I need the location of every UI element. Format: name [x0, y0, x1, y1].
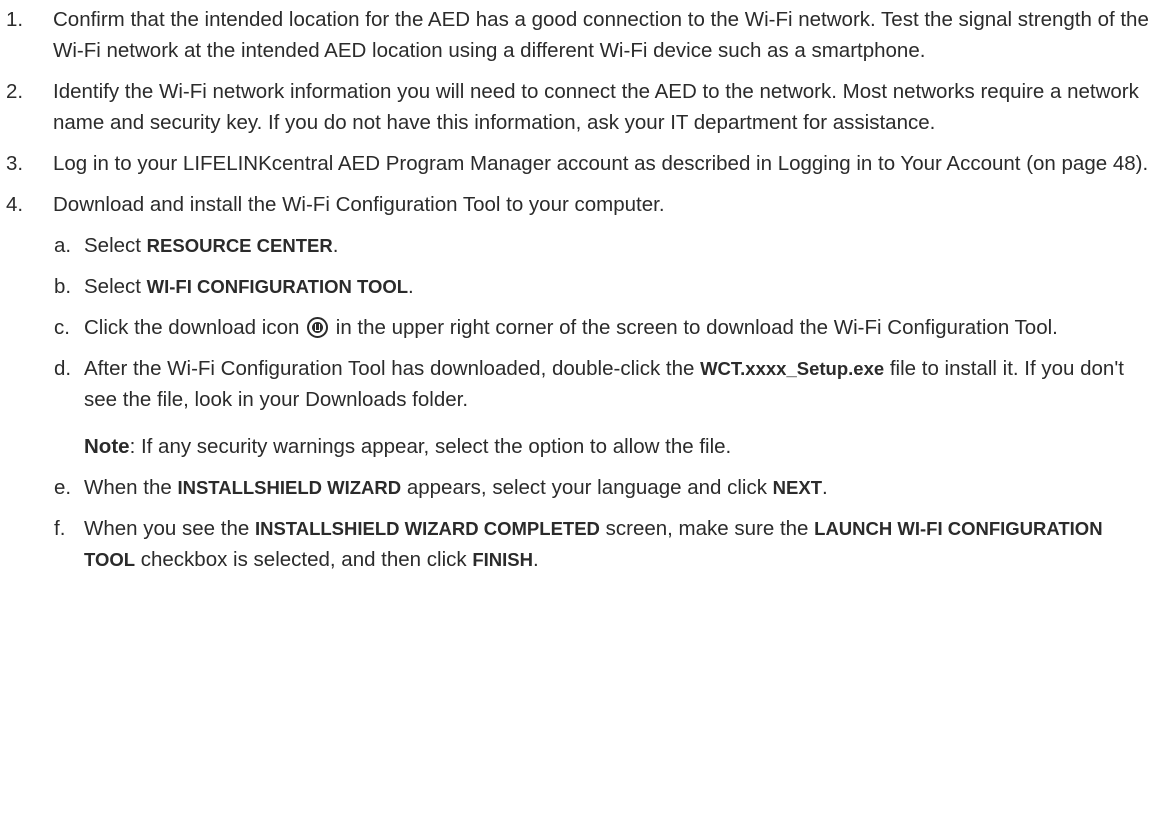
download-icon — [307, 317, 329, 338]
step-1: 1. Confirm that the intended location fo… — [6, 4, 1156, 66]
substep-list: a. Select RESOURCE CENTER. b. Select WI-… — [54, 230, 1156, 575]
substep-text-cont: in the upper right corner of the screen … — [330, 316, 1058, 339]
substep-text: Select — [84, 275, 147, 298]
step-text: Confirm that the intended location for t… — [53, 8, 1149, 62]
punctuation: . — [332, 234, 339, 257]
substep-a: a. Select RESOURCE CENTER. — [54, 230, 1156, 261]
step-text: Download and install the Wi-Fi Configura… — [53, 193, 665, 216]
ui-term-installshield-wizard-completed: INSTALLSHIELD WIZARD COMPLETED — [254, 518, 600, 539]
substep-c: c. Click the download icon in the upper … — [54, 312, 1156, 343]
ui-term-resource-center: RESOURCE CENTER — [146, 235, 333, 256]
step-4: 4. Download and install the Wi-Fi Config… — [6, 189, 1156, 575]
substep-letter: c. — [54, 316, 70, 339]
substep-b: b. Select WI-FI CONFIGURATION TOOL. — [54, 271, 1156, 302]
substep-text-cont: screen, make sure the — [599, 517, 815, 540]
substep-text: Click the download icon — [84, 316, 306, 339]
step-number: 4. — [6, 193, 24, 216]
step-2: 2. Identify the Wi-Fi network informatio… — [6, 76, 1156, 138]
substep-text: Select — [84, 234, 147, 257]
punctuation: . — [408, 275, 414, 298]
substep-text: When the — [84, 476, 178, 499]
step-number: 1. — [6, 8, 24, 31]
substep-letter: a. — [54, 234, 72, 257]
substep-e: e. When the INSTALLSHIELD WIZARD appears… — [54, 472, 1156, 503]
note-text: : If any security warnings appear, selec… — [129, 435, 732, 458]
ui-term-installshield-wizard: INSTALLSHIELD WIZARD — [177, 477, 402, 498]
punctuation: . — [822, 476, 828, 499]
ui-term-wifi-configuration-tool: WI-FI CONFIGURATION TOOL — [146, 276, 409, 297]
substep-letter: b. — [54, 275, 72, 298]
note-label: Note — [84, 435, 130, 458]
step-3: 3. Log in to your LIFELINKcentral AED Pr… — [6, 148, 1156, 179]
substep-text: After the Wi-Fi Configuration Tool has d… — [84, 357, 701, 380]
note: Note: If any security warnings appear, s… — [84, 431, 1156, 462]
substep-text-cont: checkbox is selected, and then click — [135, 548, 473, 571]
step-number: 2. — [6, 80, 24, 103]
substep-letter: e. — [54, 476, 72, 499]
substep-text: When you see the — [84, 517, 255, 540]
ui-term-next: NEXT — [772, 477, 823, 498]
step-text: Log in to your LIFELINKcentral AED Progr… — [53, 152, 1149, 175]
substep-letter: d. — [54, 357, 72, 380]
file-name: WCT.xxxx_Setup.exe — [700, 358, 885, 379]
ui-term-finish: FINISH — [472, 549, 533, 570]
substep-d: d. After the Wi-Fi Configuration Tool ha… — [54, 353, 1156, 462]
instruction-document: 1. Confirm that the intended location fo… — [6, 4, 1156, 585]
step-text: Identify the Wi-Fi network information y… — [53, 80, 1139, 134]
punctuation: . — [532, 548, 539, 571]
step-number: 3. — [6, 152, 24, 175]
substep-text-cont: appears, select your language and click — [401, 476, 773, 499]
substep-letter: f. — [54, 517, 66, 540]
substep-f: f. When you see the INSTALLSHIELD WIZARD… — [54, 513, 1156, 575]
